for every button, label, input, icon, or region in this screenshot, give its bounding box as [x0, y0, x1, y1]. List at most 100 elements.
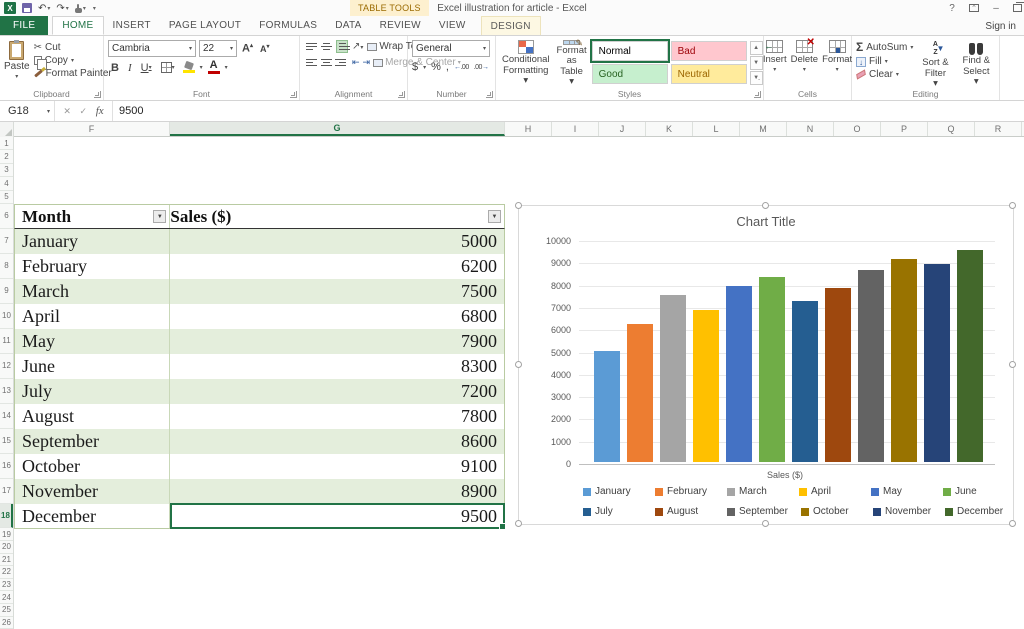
comma-style-button[interactable]: ,	[446, 61, 449, 73]
sales-cell[interactable]: 8600	[170, 429, 504, 454]
legend-item-september[interactable]: September	[727, 506, 788, 517]
ribbon-display-options-button[interactable]: ˄	[969, 4, 979, 12]
gallery-scroll-down-icon[interactable]: ▼	[749, 56, 763, 70]
font-dialog-launcher[interactable]	[290, 91, 297, 98]
column-header-H[interactable]: H	[505, 122, 552, 136]
chart-selection-handle[interactable]	[515, 361, 522, 368]
gallery-scroll-up-icon[interactable]: ▲	[749, 41, 763, 55]
row-header-10[interactable]: 10	[0, 304, 13, 329]
font-family-combo[interactable]: Cambria ▾	[108, 40, 196, 57]
legend-item-march[interactable]: March	[727, 486, 785, 497]
cell-style-neutral[interactable]: Neutral	[670, 64, 747, 84]
bar-chart[interactable]: Chart Title 0 1000 2000 3000 4000 5000 6000 700…	[515, 202, 1016, 527]
tab-insert[interactable]: INSERT	[104, 16, 160, 35]
increase-font-size-button[interactable]: A▴	[240, 42, 255, 55]
number-dialog-launcher[interactable]	[486, 91, 493, 98]
font-size-combo[interactable]: 22 ▾	[199, 40, 237, 57]
sales-cell[interactable]: 9100	[170, 454, 504, 479]
row-header-13[interactable]: 13	[0, 379, 13, 404]
chart-selection-handle[interactable]	[1009, 202, 1016, 209]
row-header-20[interactable]: 20	[0, 541, 13, 554]
chart-bar-december[interactable]	[957, 250, 983, 462]
decrease-indent-icon[interactable]: ⇤	[352, 57, 359, 68]
chart-bar-july[interactable]	[792, 301, 818, 462]
sales-header-cell[interactable]: Sales ($) ▼	[170, 205, 504, 228]
copy-button[interactable]: Copy ▾	[33, 55, 112, 70]
row-header-23[interactable]: 23	[0, 579, 13, 592]
tab-home[interactable]: HOME	[52, 16, 104, 35]
bold-button[interactable]: B	[108, 62, 122, 74]
underline-button[interactable]: U ▾	[138, 62, 155, 74]
chart-bar-august[interactable]	[825, 288, 851, 462]
decrease-decimal-button[interactable]: .00→	[474, 64, 489, 71]
row-header-14[interactable]: 14	[0, 404, 13, 429]
sales-cell[interactable]: 9500	[170, 503, 506, 530]
chart-bar-january[interactable]	[594, 350, 620, 462]
find-select-button[interactable]: Find & Select ▾	[958, 40, 995, 88]
legend-item-april[interactable]: April	[799, 486, 857, 497]
minimize-button[interactable]: –	[989, 3, 1003, 14]
chart-bar-march[interactable]	[660, 294, 686, 462]
month-cell[interactable]: October	[15, 454, 171, 479]
conditional-formatting-button[interactable]: Conditional Formatting ▾	[500, 39, 552, 88]
month-cell[interactable]: June	[15, 354, 171, 379]
sales-cell[interactable]: 6200	[170, 254, 504, 279]
align-right-icon[interactable]	[335, 57, 348, 68]
sales-cell[interactable]: 5000	[170, 229, 504, 254]
insert-function-icon[interactable]: fx	[96, 105, 104, 117]
restore-button[interactable]	[1013, 2, 1024, 12]
column-header-F[interactable]: F	[14, 122, 170, 136]
chart-bar-april[interactable]	[693, 310, 719, 462]
column-header-K[interactable]: K	[646, 122, 693, 136]
legend-item-june[interactable]: June	[943, 486, 1001, 497]
orientation-icon[interactable]: ↗▾	[352, 41, 363, 52]
paste-button[interactable]: Paste ▾	[4, 39, 30, 88]
month-cell[interactable]: January	[15, 229, 171, 254]
row-header-3[interactable]: 3	[0, 164, 13, 178]
month-cell[interactable]: November	[15, 479, 171, 504]
row-header-15[interactable]: 15	[0, 429, 13, 454]
number-format-combo[interactable]: General ▾	[412, 40, 490, 57]
chart-bar-november[interactable]	[924, 263, 950, 462]
italic-button[interactable]: I	[125, 62, 135, 74]
column-header-Q[interactable]: Q	[928, 122, 975, 136]
select-all-corner[interactable]	[0, 122, 14, 137]
legend-item-august[interactable]: August	[655, 506, 713, 517]
sales-filter-icon[interactable]: ▼	[488, 210, 501, 223]
column-header-L[interactable]: L	[693, 122, 740, 136]
cell-style-good[interactable]: Good	[591, 64, 668, 84]
middle-align-icon[interactable]	[320, 41, 332, 52]
help-button[interactable]: ?	[945, 3, 959, 14]
column-header-G[interactable]: G	[170, 122, 505, 136]
decrease-font-size-button[interactable]: A▾	[258, 43, 272, 54]
month-cell[interactable]: March	[15, 279, 171, 304]
sort-filter-button[interactable]: AZ Sort & Filter ▾	[919, 40, 951, 89]
legend-item-december[interactable]: December	[945, 506, 1003, 517]
confirm-entry-icon[interactable]: ✓	[80, 106, 88, 117]
legend-item-july[interactable]: July	[583, 506, 641, 517]
cell-style-bad[interactable]: Bad	[670, 41, 747, 61]
alignment-dialog-launcher[interactable]	[398, 91, 405, 98]
row-header-8[interactable]: 8	[0, 254, 13, 279]
touch-mode-icon[interactable]: ▾	[74, 3, 86, 13]
row-header-22[interactable]: 22	[0, 566, 13, 579]
autosum-button[interactable]: Σ AutoSum ▾	[856, 40, 913, 54]
formula-input[interactable]: 9500	[113, 101, 1024, 121]
chart-selection-handle[interactable]	[762, 202, 769, 209]
increase-indent-icon[interactable]: ⇥	[363, 57, 370, 68]
accounting-format-button[interactable]: $	[412, 61, 418, 73]
borders-button[interactable]: ▾	[158, 62, 178, 73]
month-header-cell[interactable]: Month ▼	[15, 205, 171, 228]
legend-item-january[interactable]: January	[583, 486, 641, 497]
increase-decimal-button[interactable]: ←.00	[454, 64, 469, 71]
row-header-11[interactable]: 11	[0, 329, 13, 354]
tab-review[interactable]: REVIEW	[371, 16, 430, 35]
align-center-icon[interactable]	[320, 57, 332, 68]
percent-style-button[interactable]: %	[431, 61, 441, 73]
month-cell[interactable]: April	[15, 304, 171, 329]
tab-formulas[interactable]: FORMULAS	[250, 16, 326, 35]
month-cell[interactable]: July	[15, 379, 171, 404]
fill-button[interactable]: ↓ Fill ▾	[856, 56, 913, 67]
sales-cell[interactable]: 7500	[170, 279, 504, 304]
customize-qat-icon[interactable]: ▾	[92, 5, 96, 12]
